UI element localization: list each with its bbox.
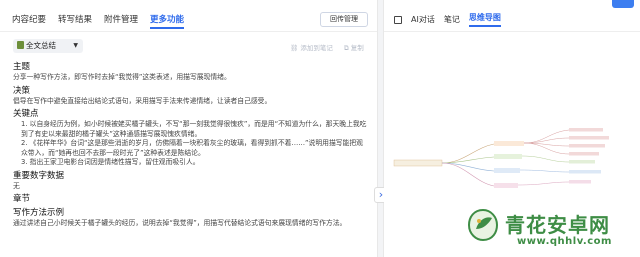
upload-manage-label: 回传管理 [330, 15, 358, 23]
mindmap-branch [441, 143, 495, 164]
mindmap-leaf [569, 136, 609, 140]
mindmap-branch [521, 155, 570, 163]
mindmap-leaf [569, 160, 595, 164]
tab-mindmap[interactable]: 思维导图 [468, 12, 501, 27]
section-heading-keypoints: 关键点 [13, 109, 39, 119]
mindmap-node [494, 141, 524, 146]
summary-type-dropdown[interactable]: 全文总结 ▼ [13, 39, 83, 53]
decision-text: 倡导在写作中避免直接给出结论式语句，采用描写手法来传递情绪，让读者自己感受。 [13, 96, 272, 105]
left-tab-bar: 内容纪要 转写结果 附件管理 更多功能 [12, 13, 185, 29]
copy-icon: ⧉ [344, 44, 349, 52]
keypoints-list: 1. 以自身经历为例，如小时候被姥买橘子罐头，不写“那一刻我觉得很愧疚”，而是用… [13, 120, 369, 168]
mindmap-branch [519, 169, 570, 173]
site-logo-icon [467, 208, 499, 242]
mindmap-node [494, 154, 522, 159]
mindmap-leaf [569, 152, 599, 156]
header-divider [0, 31, 377, 32]
mindmap-branch [441, 162, 495, 172]
summary-pane: 内容纪要 转写结果 附件管理 更多功能 回传管理 全文总结 ▼ ⛓ 添加到笔记 … [0, 0, 377, 257]
list-item: 2. 《花样年华》台词“这是那些消逝的岁月，仿佛隔着一块积着灰尘的玻璃，看得到抓… [21, 139, 363, 157]
tab-transcript[interactable]: 转写结果 [58, 13, 92, 29]
section-heading-examples: 写作方法示例 [13, 208, 65, 218]
section-heading-chapter: 章节 [13, 194, 31, 204]
copy-button[interactable]: ⧉ 复制 [344, 42, 364, 53]
site-watermark: 青花安卓网 www.qhhlv.com [465, 205, 635, 253]
section-heading-theme: 主题 [13, 62, 31, 72]
add-to-notes-button[interactable]: ⛓ 添加到笔记 [290, 42, 333, 52]
watermark-url: www.qhhlv.com [517, 236, 612, 247]
mindmap-root-node [393, 159, 443, 167]
assistant-avatar[interactable] [612, 0, 634, 8]
mindmap-branch [523, 129, 570, 144]
upload-manage-button[interactable]: 回传管理 [320, 12, 368, 27]
right-tab-bar: AI对话 笔记 思维导图 [394, 12, 501, 27]
mindmap-node [494, 168, 520, 173]
mindmap-pane: AI对话 笔记 思维导图 青花安卓网 www.qhhlv.com [384, 0, 640, 257]
theme-text: 分享一种写作方法，即写作时去掉“我觉得”这类表述，用描写展现情绪。 [13, 73, 231, 81]
panel-toggle-icon[interactable] [394, 15, 402, 24]
mindmap-leaf [569, 144, 605, 148]
list-item: 3. 指出王家卫电影台词因是情绪性描写，留住观而吸引人。 [21, 158, 200, 166]
section-heading-numbers: 重要数字数据 [13, 170, 65, 181]
chevron-down-icon: ▼ [73, 42, 78, 49]
mindmap-leaf [569, 180, 591, 184]
watermark-title: 青花安卓网 [505, 213, 610, 237]
list-item: 1. 以自身经历为例，如小时候被姥买橘子罐头，不写“那一刻我觉得很愧疚”，而是用… [21, 120, 367, 138]
add-to-notes-label: 添加到笔记 [300, 44, 333, 52]
tab-notes[interactable]: 笔记 [444, 14, 460, 25]
pane-splitter[interactable] [377, 0, 384, 257]
tab-content-summary[interactable]: 内容纪要 [12, 13, 46, 29]
tab-ai-chat[interactable]: AI对话 [411, 14, 435, 25]
mindmap-node [494, 183, 518, 188]
mindmap-leaf [569, 170, 601, 174]
mindmap-branch [523, 137, 570, 144]
numbers-text: 无 [13, 181, 20, 190]
right-header-divider [384, 31, 640, 32]
section-heading-decision: 决策 [13, 85, 31, 96]
link-icon: ⛓ [290, 44, 299, 52]
tab-attachments[interactable]: 附件管理 [104, 13, 138, 29]
copy-label: 复制 [350, 44, 364, 52]
tab-more-features[interactable]: 更多功能 [150, 13, 185, 29]
mind-map-canvas[interactable] [384, 110, 640, 220]
summary-content: 主题 分享一种写作方法，即写作时去掉“我觉得”这类表述，用描写展现情绪。 决策 … [13, 59, 369, 229]
summary-type-label: 全文总结 [26, 41, 56, 50]
examples-text: 通过讲述自己小时候关于橘子罐头的经历，说明去掉“我觉得”，用描写代替结论式语句来… [13, 219, 347, 227]
mindmap-leaf [569, 128, 603, 132]
document-icon [17, 41, 24, 49]
mindmap-branch [517, 181, 570, 186]
